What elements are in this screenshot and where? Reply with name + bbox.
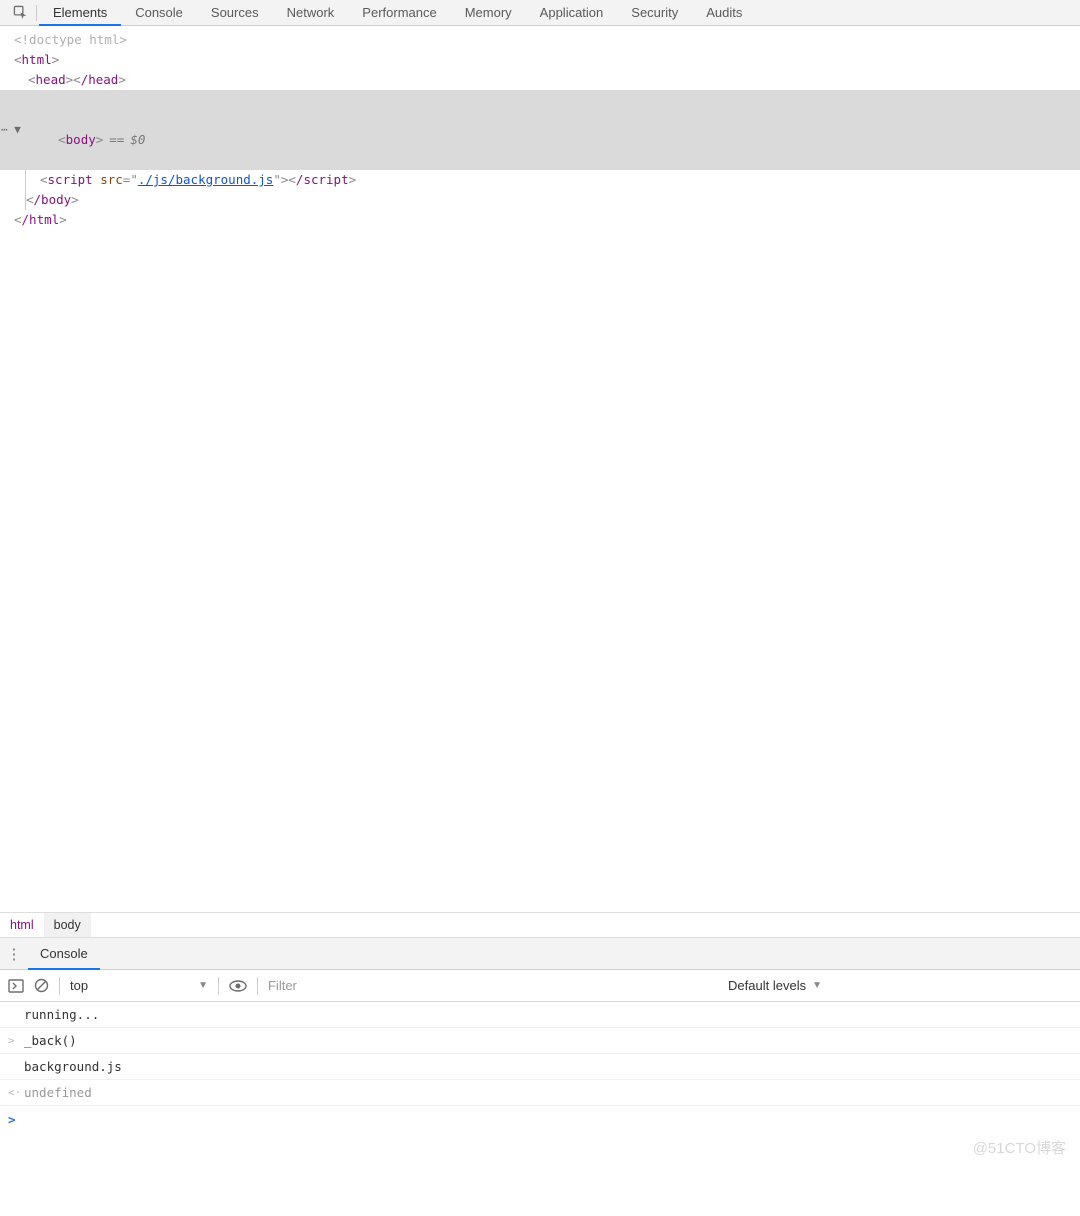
tab-separator [36, 5, 37, 21]
context-selector[interactable]: top▼ [70, 978, 208, 993]
drawer-tab-console[interactable]: Console [28, 938, 100, 970]
drawer-header: ⋮ Console [0, 938, 1080, 970]
expand-triangle-icon[interactable]: ⋯ ▼ [0, 90, 21, 170]
dom-script[interactable]: <script src="./js/background.js"></scrip… [0, 170, 1080, 190]
toolbar-separator [257, 977, 258, 995]
clear-console-icon[interactable] [34, 978, 49, 993]
console-line[interactable]: running... [0, 1002, 1080, 1028]
tab-sources[interactable]: Sources [197, 0, 273, 26]
dom-body-open[interactable]: ⋯ ▼ <body>==$0 [0, 90, 1080, 170]
live-expression-icon[interactable] [229, 980, 247, 992]
elements-dom-tree[interactable]: <!doctype html> <html> <head></head> ⋯ ▼… [0, 26, 1080, 230]
toolbar-separator [59, 977, 60, 995]
dom-html-close[interactable]: </html> [0, 210, 1080, 230]
filter-input[interactable] [268, 978, 663, 993]
breadcrumb-html[interactable]: html [0, 913, 44, 937]
tab-performance[interactable]: Performance [348, 0, 450, 26]
toolbar-separator [218, 977, 219, 995]
dom-doctype[interactable]: <!doctype html> [0, 30, 1080, 50]
tab-console[interactable]: Console [121, 0, 197, 26]
kebab-menu-icon[interactable]: ⋮ [0, 945, 28, 963]
devtools-tabs: Elements Console Sources Network Perform… [0, 0, 1080, 26]
dom-head[interactable]: <head></head> [0, 70, 1080, 90]
console-prompt[interactable]: > [0, 1106, 1080, 1132]
tab-elements[interactable]: Elements [39, 0, 121, 26]
console-output: running... > _back() background.js <· un… [0, 1002, 1080, 1132]
breadcrumb-body[interactable]: body [44, 913, 91, 937]
inspect-element-icon[interactable] [6, 0, 34, 26]
dom-html-open[interactable]: <html> [0, 50, 1080, 70]
tab-audits[interactable]: Audits [692, 0, 756, 26]
console-line[interactable]: > _back() [0, 1028, 1080, 1054]
chevron-down-icon: ▼ [198, 980, 208, 991]
console-sidebar-toggle-icon[interactable] [8, 979, 24, 993]
tab-application[interactable]: Application [526, 0, 618, 26]
dom-body-close[interactable]: </body> [0, 190, 1080, 210]
watermark: @51CTO博客 [973, 1137, 1066, 1158]
tab-memory[interactable]: Memory [451, 0, 526, 26]
tab-security[interactable]: Security [617, 0, 692, 26]
chevron-down-icon: ▼ [812, 980, 822, 991]
console-line[interactable]: <· undefined [0, 1080, 1080, 1106]
console-toolbar: top▼ Default levels▼ [0, 970, 1080, 1002]
tab-network[interactable]: Network [273, 0, 349, 26]
breadcrumb: html body [0, 912, 1080, 938]
prompt-chevron-icon: > [8, 1112, 16, 1127]
log-levels-selector[interactable]: Default levels▼ [728, 978, 822, 993]
console-line[interactable]: background.js [0, 1054, 1080, 1080]
